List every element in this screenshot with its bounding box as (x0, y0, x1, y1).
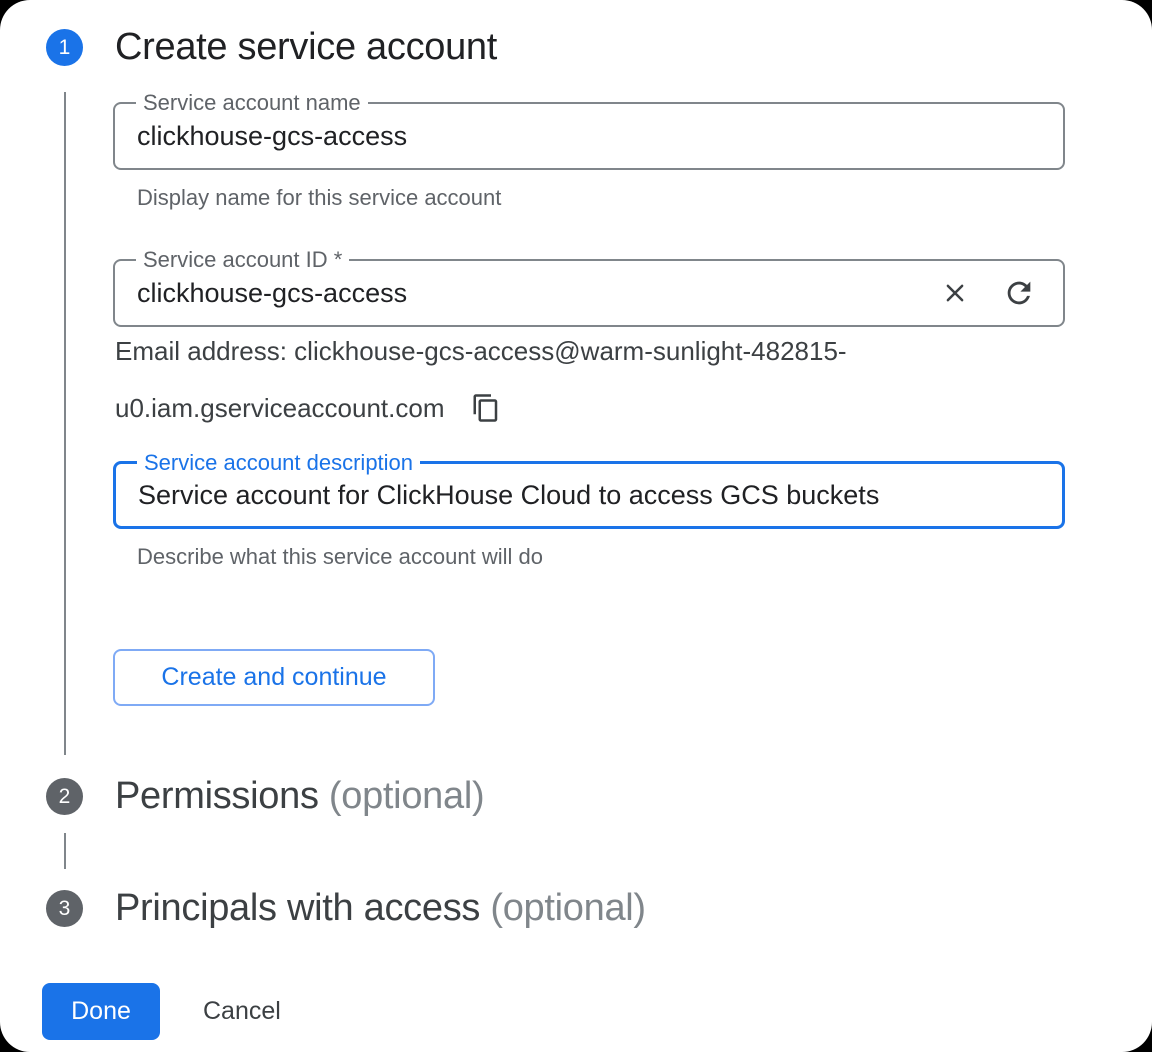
clear-icon[interactable] (937, 275, 973, 311)
step-2-optional-label: (optional) (329, 775, 484, 817)
refresh-icon[interactable] (1001, 275, 1037, 311)
step-2-indicator: 2 (46, 778, 83, 815)
service-account-id-field[interactable]: Service account ID * (113, 259, 1065, 327)
step-1-indicator: 1 (46, 29, 83, 66)
email-address-text: u0.iam.gserviceaccount.com (115, 393, 444, 424)
step-connector-line-1 (64, 92, 66, 755)
copy-icon[interactable] (470, 392, 502, 424)
service-account-name-field[interactable]: Service account name (113, 102, 1065, 170)
step-3-title: Principals with access (optional) (115, 887, 646, 930)
service-account-id-input[interactable] (137, 261, 907, 325)
step-2-title: Permissions (optional) (115, 775, 484, 818)
email-address-line1: Email address: clickhouse-gcs-access@war… (115, 336, 847, 367)
create-service-account-panel: 1 Create service account Service account… (0, 0, 1152, 1052)
email-address-line2: u0.iam.gserviceaccount.com (115, 392, 502, 424)
create-and-continue-button[interactable]: Create and continue (113, 649, 435, 706)
done-button[interactable]: Done (42, 983, 160, 1040)
step-2-title-text: Permissions (115, 775, 319, 817)
service-account-name-helper: Display name for this service account (137, 185, 501, 211)
cancel-button[interactable]: Cancel (203, 983, 281, 1040)
service-account-description-helper: Describe what this service account will … (137, 544, 543, 570)
step-3-indicator: 3 (46, 890, 83, 927)
service-account-name-input[interactable] (137, 104, 907, 168)
step-connector-line-2 (64, 833, 66, 869)
service-account-description-input[interactable] (138, 464, 1038, 526)
service-account-description-field[interactable]: Service account description (113, 461, 1065, 529)
step-3-optional-label: (optional) (490, 887, 645, 929)
step-3-title-text: Principals with access (115, 887, 480, 929)
step-1-title: Create service account (115, 26, 497, 69)
